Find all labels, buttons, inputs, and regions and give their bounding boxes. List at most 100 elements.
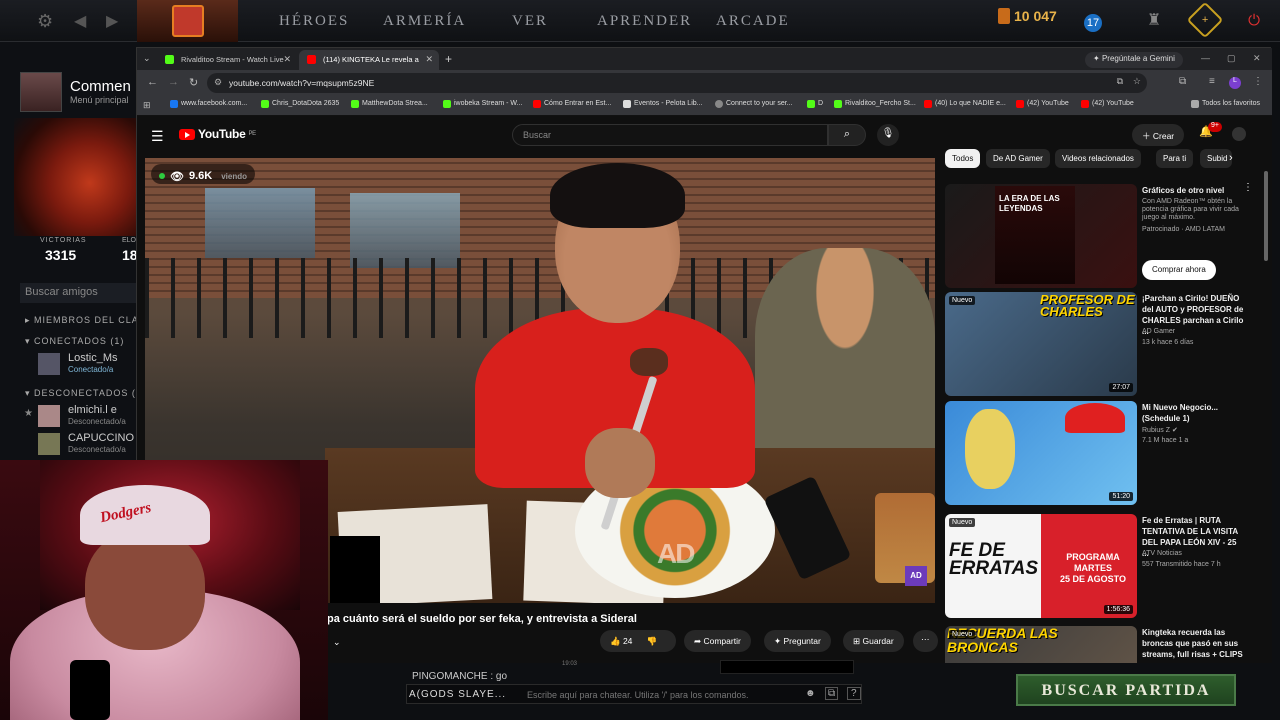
chip-todos[interactable]: Todos [945, 149, 981, 168]
mic-icon[interactable]: 🎙 [877, 124, 899, 146]
nav-ver[interactable]: VER [512, 13, 548, 30]
avatar[interactable] [20, 72, 62, 112]
chat-input[interactable]: Escribe aquí para chatear. Utiliza '/' p… [527, 690, 749, 700]
bookmark[interactable]: www.facebook.com... [170, 100, 247, 108]
bookmark[interactable]: (40) Lo que NADIE e... [924, 100, 1006, 108]
maximize-icon[interactable]: ▢ [1227, 53, 1236, 64]
rec-item[interactable]: PROFESOR DE CHARLES Nuevo 27:07 ¡Parchan… [945, 292, 1245, 396]
bookmark[interactable]: iwobeka Stream - W... [443, 100, 522, 108]
emoji-icon[interactable]: ☻ [805, 688, 816, 699]
back-icon[interactable]: ← [147, 76, 158, 88]
url-bar[interactable]: ⚙ youtube.com/watch?v=mqsupm5z9NE ⧉ ☆ [207, 73, 1147, 93]
close-window-icon[interactable]: ✕ [1253, 53, 1261, 64]
menu-hamburger-icon[interactable]: ☰ [151, 128, 164, 145]
chat-channel[interactable]: A(GODS SLAYE... [409, 689, 506, 700]
menu-kebab-icon[interactable]: ⋮ [1253, 76, 1263, 87]
more-actions-icon[interactable]: ⋯ [913, 630, 938, 652]
dislike-icon[interactable]: 👎 [647, 636, 658, 646]
chip-related[interactable]: Videos relacionados [1055, 149, 1141, 168]
chip-ad-gamer[interactable]: De AD Gamer [986, 149, 1050, 168]
all-bookmarks[interactable]: Todos los favoritos [1191, 100, 1260, 108]
install-icon[interactable]: ⧉ [1117, 76, 1123, 87]
settings-gear-icon[interactable]: ⚙ [37, 11, 53, 32]
dota-logo-button[interactable] [137, 0, 238, 42]
close-tab-icon[interactable]: ✕ [425, 54, 433, 65]
profile-icon[interactable]: L [1229, 77, 1241, 89]
tab-rivalditoo[interactable]: Rivalditoo Stream - Watch Live ✕ [157, 50, 297, 70]
bookmark[interactable]: (42) YouTube [1081, 100, 1134, 108]
nav-armeria[interactable]: ARMERÍA [383, 13, 466, 30]
level-badge[interactable]: 17 [1084, 14, 1102, 32]
rec-item-ad[interactable]: LA ERA DE LAS LEYENDAS Gráficos de otro … [945, 184, 1245, 288]
popout-icon[interactable]: ⧉ [825, 687, 839, 700]
rec-thumbnail[interactable]: LA ERA DE LAS LEYENDAS [945, 184, 1137, 288]
logo-region: PE [248, 131, 256, 137]
rec-item[interactable]: FE DE ERRATAS PROGRAMA MARTES 25 DE AGOSTO… [945, 514, 1245, 618]
bookmark[interactable]: Chris_DotaDota 2635 [261, 100, 339, 108]
new-tab-button[interactable]: + [445, 52, 452, 66]
bookmark-star-icon[interactable]: ☆ [1133, 76, 1141, 87]
save-button[interactable]: ⊞ Guardar [843, 630, 904, 652]
account-avatar[interactable] [1232, 127, 1246, 141]
offline-header[interactable]: ▾ DESCONECTADOS ( [25, 388, 136, 399]
friend-row[interactable]: elmichi.l e Desconectado/a [38, 404, 140, 428]
bookmark[interactable]: (42) YouTube [1016, 100, 1069, 108]
search-input[interactable]: Buscar [512, 124, 828, 146]
reload-icon[interactable]: ↻ [189, 76, 198, 89]
rec-thumbnail[interactable]: RECUERDA LAS BRONCAS Nuevo [945, 626, 1137, 663]
like-button[interactable]: 👍 24 👎 [600, 630, 676, 652]
armory-icon[interactable]: ♜ [1143, 9, 1165, 31]
bookmark[interactable]: D [807, 100, 823, 108]
bookmark[interactable]: Connect to your ser... [715, 100, 793, 108]
chevron-right-icon[interactable]: › [1229, 152, 1233, 164]
ask-button[interactable]: ✦ Preguntar [764, 630, 831, 652]
help-icon[interactable]: ? [847, 687, 861, 700]
hero-portrait[interactable] [14, 118, 140, 236]
site-info-icon[interactable]: ⚙ [214, 77, 222, 88]
plus-icon[interactable]: + [1186, 1, 1224, 39]
chevron-down-icon[interactable]: ⌄ [333, 637, 341, 648]
close-tab-icon[interactable]: ✕ [283, 54, 291, 65]
share-button[interactable]: ➦ Compartir [684, 630, 751, 652]
rec-item[interactable]: 51:20 Mi Nuevo Negocio... (Schedule 1) R… [945, 401, 1245, 505]
gemini-button[interactable]: ✦ Pregúntale a Gemini [1085, 52, 1183, 68]
bookmark[interactable]: Rivalditoo_Fercho St... [834, 100, 916, 108]
nav-aprender[interactable]: APRENDER [597, 13, 692, 30]
rec-thumbnail[interactable]: FE DE ERRATAS PROGRAMA MARTES 25 DE AGOSTO… [945, 514, 1137, 618]
find-match-button[interactable]: BUSCAR PARTIDA [1016, 674, 1236, 706]
extensions-icon[interactable]: ⧉ [1179, 76, 1186, 87]
online-header[interactable]: ▾ CONECTADOS (1) [25, 336, 124, 347]
bookmark[interactable]: Cómo Entrar en Est... [533, 100, 611, 108]
chip-para-ti[interactable]: Para ti [1156, 149, 1194, 168]
nav-heroes[interactable]: HÉROES [279, 13, 349, 30]
search-button[interactable]: ⌕ [828, 124, 866, 146]
friend-row[interactable]: CAPUCCINO Desconectado/a [38, 432, 140, 456]
nav-arcade[interactable]: ARCADE [716, 13, 790, 30]
star-icon[interactable]: ★ [24, 408, 33, 419]
search-friends-input[interactable]: Buscar amigos [20, 283, 140, 303]
profile-name[interactable]: Commen [70, 78, 131, 95]
forward-icon[interactable]: → [168, 76, 179, 88]
rec-thumbnail[interactable]: PROFESOR DE CHARLES Nuevo 27:07 [945, 292, 1137, 396]
rec-thumbnail[interactable]: 51:20 [945, 401, 1137, 505]
rec-item[interactable]: RECUERDA LAS BRONCAS Nuevo Kingteka recu… [945, 626, 1245, 663]
back-arrow-icon[interactable]: ◀ [74, 11, 86, 31]
bookmark[interactable]: Eventos - Pelota Lib... [623, 100, 702, 108]
forward-arrow-icon[interactable]: ▶ [106, 11, 118, 31]
apps-icon[interactable]: ⊞ [143, 100, 151, 111]
power-icon[interactable]: ⏻ [1243, 9, 1265, 31]
scrollbar[interactable] [1264, 171, 1268, 261]
tab-youtube[interactable]: (114) KINGTEKA Le revela a ✕ [299, 50, 439, 70]
youtube-logo[interactable]: YouTube PE [179, 127, 256, 141]
media-icon[interactable]: ≡ [1209, 76, 1215, 87]
chip-subidos[interactable]: Subid [1200, 149, 1232, 168]
rec-more-icon[interactable]: ⋮ [1243, 182, 1253, 193]
tab-search-icon[interactable]: ⌄ [143, 53, 151, 64]
buy-now-button[interactable]: Comprar ahora [1142, 260, 1216, 280]
clan-members-header[interactable]: ▸ MIEMBROS DEL CLA [25, 315, 139, 326]
create-button[interactable]: ＋ Crear [1132, 124, 1185, 146]
chat-input-bar[interactable]: A(GODS SLAYE... Escribe aquí para chatea… [406, 684, 862, 704]
bookmark[interactable]: MatthewDota Strea... [351, 100, 428, 108]
friend-row[interactable]: Lostic_Ms Conectado/a [38, 352, 140, 376]
minimize-icon[interactable]: — [1201, 53, 1210, 63]
